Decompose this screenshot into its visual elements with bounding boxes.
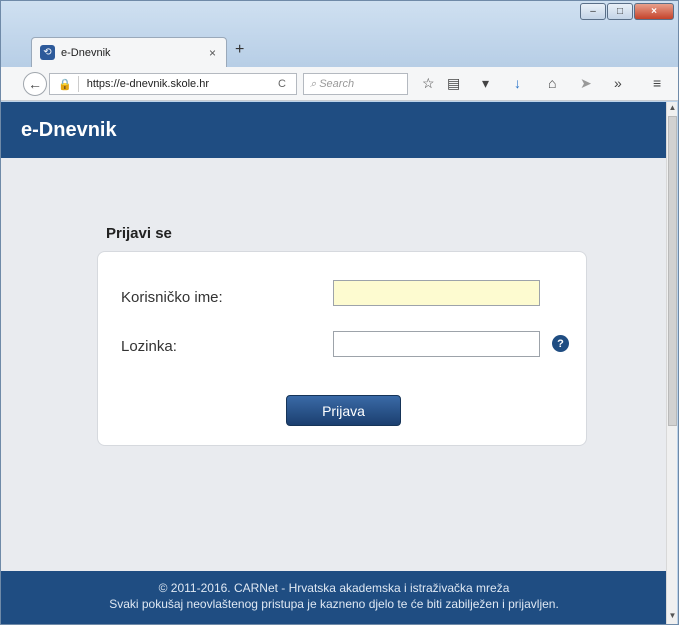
address-bar[interactable]: 🔒 https://e-dnevnik.skole.hr C bbox=[49, 73, 297, 95]
scroll-thumb[interactable] bbox=[668, 116, 677, 426]
page-content: e-Dnevnik Prijavi se Korisničko ime: Loz… bbox=[1, 102, 667, 624]
search-bar[interactable]: ⌕ Search bbox=[303, 73, 408, 95]
lock-icon: 🔒 bbox=[58, 78, 72, 91]
vertical-scrollbar[interactable]: ▲ ▼ bbox=[666, 102, 677, 624]
address-separator bbox=[77, 76, 79, 92]
menu-icon[interactable]: ≡ bbox=[653, 75, 661, 91]
help-icon[interactable]: ? bbox=[552, 335, 569, 352]
username-label: Korisničko ime: bbox=[121, 289, 223, 306]
scroll-down-icon[interactable]: ▼ bbox=[667, 611, 678, 623]
login-heading: Prijavi se bbox=[106, 225, 172, 242]
browser-tab[interactable]: ⟲ e-Dnevnik × bbox=[31, 37, 227, 67]
close-window-button[interactable]: × bbox=[634, 3, 674, 20]
tab-title: e-Dnevnik bbox=[61, 46, 111, 59]
navigation-bar: ← 🔒 https://e-dnevnik.skole.hr C ⌕ Searc… bbox=[1, 67, 678, 101]
browser-window: – □ × ⟲ e-Dnevnik × + ← 🔒 https://e-dnev… bbox=[0, 0, 679, 625]
reload-icon[interactable]: C bbox=[278, 78, 286, 90]
site-title: e-Dnevnik bbox=[21, 119, 117, 141]
maximize-button[interactable]: □ bbox=[607, 3, 633, 20]
browser-titlebar: – □ × ⟲ e-Dnevnik × + bbox=[1, 1, 678, 67]
search-icon: ⌕ bbox=[310, 77, 320, 90]
minimize-button[interactable]: – bbox=[580, 3, 606, 20]
login-card: Korisničko ime: Lozinka: ? Prijava bbox=[97, 251, 587, 446]
site-header: e-Dnevnik bbox=[1, 102, 667, 158]
pocket-icon[interactable]: ▾ bbox=[482, 75, 489, 92]
reader-icon[interactable]: ▤ bbox=[447, 75, 460, 92]
search-placeholder: Search bbox=[319, 78, 355, 90]
password-label: Lozinka: bbox=[121, 338, 177, 355]
security-notice: Svaki pokušaj neovlaštenog pristupa je k… bbox=[109, 597, 559, 611]
download-icon[interactable]: ↓ bbox=[514, 75, 521, 91]
overflow-icon[interactable]: » bbox=[614, 75, 622, 91]
scroll-up-icon[interactable]: ▲ bbox=[667, 103, 678, 115]
username-input[interactable] bbox=[333, 280, 540, 306]
login-button[interactable]: Prijava bbox=[286, 395, 401, 426]
back-button[interactable]: ← bbox=[23, 72, 47, 96]
window-controls: – □ × bbox=[579, 3, 674, 20]
send-icon[interactable]: ➤ bbox=[580, 75, 592, 92]
copyright-text: © 2011-2016. CARNet - Hrvatska akademska… bbox=[158, 581, 510, 595]
site-favicon: ⟲ bbox=[40, 45, 55, 60]
tab-close-icon[interactable]: × bbox=[209, 46, 216, 60]
password-input[interactable] bbox=[333, 331, 540, 357]
star-icon[interactable]: ☆ bbox=[422, 75, 435, 92]
home-icon[interactable]: ⌂ bbox=[548, 75, 556, 91]
url-text: https://e-dnevnik.skole.hr bbox=[86, 78, 209, 90]
site-footer: © 2011-2016. CARNet - Hrvatska akademska… bbox=[1, 571, 667, 624]
new-tab-button[interactable]: + bbox=[235, 41, 244, 59]
